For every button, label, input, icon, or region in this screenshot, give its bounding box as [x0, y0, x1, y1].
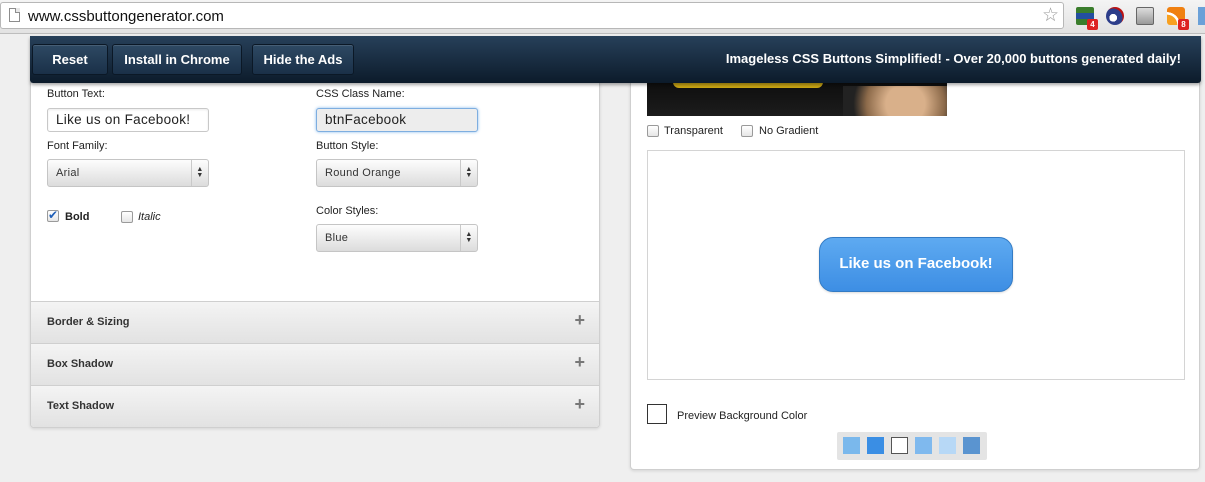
color-swatch[interactable]	[867, 437, 884, 454]
button-text-input[interactable]: Like us on Facebook!	[47, 108, 209, 132]
browser-toolbar: www.cssbuttongenerator.com ☆ 4 8	[0, 0, 1205, 34]
settings-panel: Button Text: Like us on Facebook! CSS Cl…	[30, 82, 600, 428]
ext-gauge-icon[interactable]	[1106, 7, 1124, 25]
no-gradient-checkbox[interactable]	[741, 125, 753, 137]
hide-ads-button[interactable]: Hide the Ads	[252, 44, 354, 75]
url-text[interactable]: www.cssbuttongenerator.com	[28, 8, 224, 25]
bold-checkbox[interactable]	[47, 208, 59, 222]
section-text-shadow[interactable]: Text Shadow +	[31, 385, 599, 427]
color-swatch[interactable]	[843, 437, 860, 454]
color-swatch[interactable]	[891, 437, 908, 454]
preview-bg-color-label: Preview Background Color	[677, 410, 808, 422]
extension-badge: 8	[1178, 19, 1189, 30]
button-preview-area: Like us on Facebook!	[647, 150, 1185, 380]
button-text-label: Button Text:	[47, 88, 105, 100]
ad-banner[interactable]	[647, 82, 947, 116]
font-family-value: Arial	[56, 167, 80, 179]
section-title: Box Shadow	[47, 358, 114, 370]
no-gradient-label: No Gradient	[759, 125, 819, 137]
select-arrows-icon: ▲ ▼	[191, 160, 208, 186]
bold-label: Bold	[65, 211, 90, 223]
font-family-select[interactable]: Arial ▲ ▼	[47, 159, 209, 187]
preview-panel: Transparent No Gradient Like us on Faceb…	[630, 82, 1200, 470]
extension-badge: 4	[1087, 19, 1098, 30]
section-border-sizing[interactable]: Border & Sizing +	[31, 301, 599, 343]
css-class-input[interactable]: btnFacebook	[316, 108, 478, 132]
color-styles-value: Blue	[325, 232, 349, 244]
italic-checkbox[interactable]	[121, 211, 133, 223]
plus-icon[interactable]: +	[574, 352, 585, 372]
preview-button[interactable]: Like us on Facebook!	[819, 237, 1013, 292]
plus-icon[interactable]: +	[574, 394, 585, 414]
bookmark-star-icon[interactable]: ☆	[1042, 6, 1059, 26]
color-swatch[interactable]	[939, 437, 956, 454]
section-title: Text Shadow	[47, 400, 115, 412]
site-tagline: Imageless CSS Buttons Simplified! - Over…	[725, 51, 1181, 66]
reset-button[interactable]: Reset	[32, 44, 108, 75]
color-swatch[interactable]	[963, 437, 980, 454]
transparent-label: Transparent	[664, 125, 723, 137]
select-arrows-icon: ▲ ▼	[460, 160, 477, 186]
select-arrows-icon: ▲ ▼	[460, 225, 477, 251]
section-title: Border & Sizing	[47, 316, 130, 328]
section-box-shadow[interactable]: Box Shadow +	[31, 343, 599, 385]
color-styles-label: Color Styles:	[316, 205, 379, 217]
color-styles-select[interactable]: Blue ▲ ▼	[316, 224, 478, 252]
font-family-label: Font Family:	[47, 140, 108, 152]
install-in-chrome-button[interactable]: Install in Chrome	[112, 44, 242, 75]
transparent-checkbox[interactable]	[647, 125, 659, 137]
address-bar[interactable]: www.cssbuttongenerator.com ☆	[0, 2, 1064, 29]
rss-icon[interactable]: 8	[1167, 7, 1189, 30]
plus-icon[interactable]: +	[574, 310, 585, 330]
ad-photo	[843, 86, 947, 116]
site-toolbar: Reset Install in Chrome Hide the Ads Ima…	[30, 36, 1201, 83]
button-style-value: Round Orange	[325, 167, 401, 179]
ext-grid-icon[interactable]: 4	[1076, 7, 1098, 30]
preview-bg-color-picker[interactable]	[647, 404, 667, 424]
color-swatch[interactable]	[915, 437, 932, 454]
css-class-label: CSS Class Name:	[316, 88, 405, 100]
page-icon	[9, 8, 20, 22]
button-style-select[interactable]: Round Orange ▲ ▼	[316, 159, 478, 187]
ext-chart-icon[interactable]	[1136, 7, 1154, 25]
italic-label: Italic	[138, 211, 161, 223]
button-style-label: Button Style:	[316, 140, 379, 152]
ext-partial-icon[interactable]	[1198, 7, 1205, 25]
color-swatches	[837, 432, 987, 460]
